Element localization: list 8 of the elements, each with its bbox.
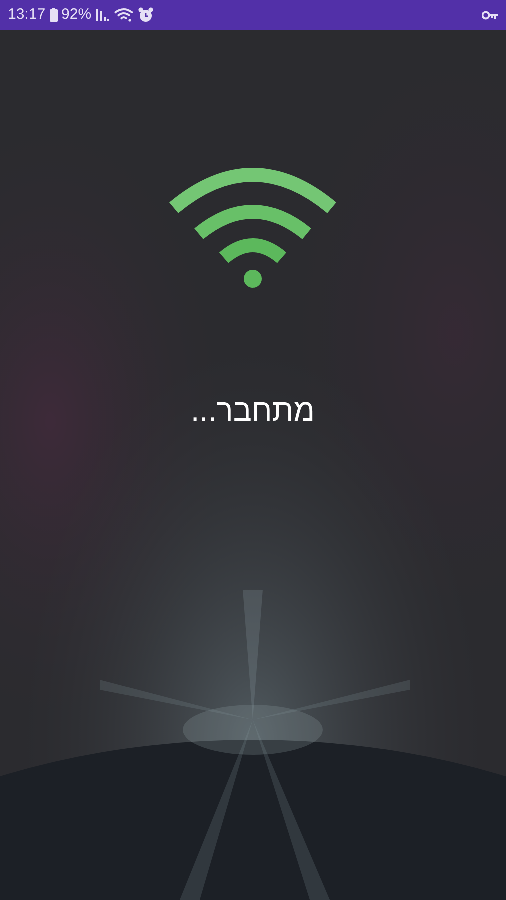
signal-icon: [96, 9, 110, 21]
battery-percent: 92%: [62, 4, 92, 25]
connecting-message: מתחבר...: [190, 392, 316, 430]
status-time: 13:17: [8, 4, 46, 25]
battery-icon: [50, 8, 58, 22]
wifi-icon: [114, 8, 134, 22]
alarm-icon: [138, 7, 154, 23]
key-icon: [482, 10, 498, 20]
